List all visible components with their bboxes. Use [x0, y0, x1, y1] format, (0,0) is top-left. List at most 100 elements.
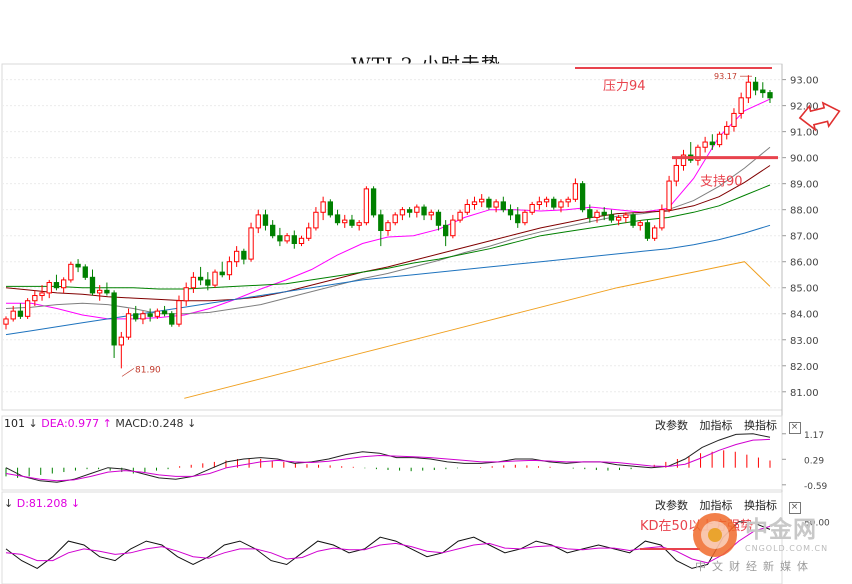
y-tick-label: 86.00	[790, 258, 819, 269]
candle-body	[666, 180, 672, 211]
candle-body	[442, 224, 449, 237]
switch-indicator-button[interactable]: 换指标	[744, 419, 777, 432]
dea-value: DEA:0.977	[41, 417, 100, 430]
candle-body	[169, 313, 175, 325]
candle-body	[673, 164, 679, 182]
candle-body	[356, 222, 362, 226]
y-tick-label: 84.00	[790, 310, 819, 321]
arrow-down-icon: ↓	[70, 497, 81, 510]
candle-body	[738, 97, 744, 114]
candle-body	[608, 214, 615, 221]
candle-body	[558, 201, 564, 208]
macd-controls: 改参数 加指标 换指标 ×	[655, 417, 801, 434]
candle-body	[378, 214, 384, 231]
macd-y-tick-label: -0.59	[804, 482, 828, 492]
candle-body	[125, 313, 132, 338]
candle-body	[760, 89, 766, 94]
candle-body	[111, 292, 117, 346]
macd-dea-line	[5, 438, 771, 482]
candle-body	[197, 276, 204, 281]
close-icon[interactable]: ×	[788, 422, 801, 434]
candle-body	[630, 214, 636, 226]
candle-body	[572, 183, 579, 200]
candle-body	[133, 313, 139, 320]
candle-body	[522, 211, 528, 224]
candle-body	[637, 222, 643, 226]
candle-body	[428, 211, 434, 216]
candle-body	[284, 235, 290, 242]
arrow-up-icon: ↑	[102, 417, 112, 430]
candle-body	[414, 206, 420, 213]
candle-body	[147, 313, 153, 317]
candle-body	[551, 198, 557, 208]
candle-body	[320, 201, 326, 213]
candle-body	[97, 289, 103, 294]
candle-body	[10, 310, 16, 320]
candle-body	[89, 276, 96, 294]
candle-body	[457, 211, 463, 221]
candle-body	[190, 276, 197, 289]
candle-body	[659, 209, 665, 229]
candle-body	[709, 141, 716, 146]
candle-body	[543, 198, 550, 203]
candle-body	[205, 279, 211, 286]
candle-body	[334, 214, 341, 224]
candle-body	[176, 300, 182, 325]
candle-body	[536, 201, 543, 205]
candle-body	[161, 310, 168, 315]
add-indicator-button[interactable]: 加指标	[700, 419, 733, 432]
candle-body	[486, 198, 492, 208]
candle-body	[579, 183, 586, 211]
candle-body	[298, 237, 305, 245]
candle-body	[24, 300, 31, 317]
edit-params-button[interactable]: 改参数	[655, 499, 688, 512]
macd-value: MACD:0.248	[115, 417, 184, 430]
candle-body	[644, 222, 651, 239]
candle-body	[104, 289, 110, 294]
candle-body	[262, 214, 269, 226]
candle-body	[724, 125, 730, 135]
support-label: 支持90	[700, 175, 743, 190]
candle-body	[60, 279, 67, 289]
candle-body	[392, 214, 398, 224]
candle-body	[507, 209, 514, 216]
candle-body	[731, 112, 737, 127]
candle-body	[183, 287, 189, 302]
macd-prefix: 101	[4, 417, 25, 430]
candle-body	[349, 219, 355, 226]
candle-body	[53, 282, 60, 289]
candle-body	[118, 336, 124, 346]
candle-body	[46, 282, 52, 294]
y-tick-label: 88.00	[790, 206, 819, 217]
resistance-label: 压力94	[603, 79, 646, 94]
y-tick-label: 83.00	[790, 336, 819, 347]
candle-body	[399, 209, 406, 216]
arrow-down-icon: ↓	[187, 417, 197, 430]
candle-body	[652, 227, 658, 239]
candle-body	[745, 81, 752, 99]
candle-body	[623, 214, 629, 218]
candle-body	[435, 211, 442, 226]
candle-body	[615, 216, 622, 221]
y-tick-label: 93.00	[790, 76, 819, 87]
candle-body	[450, 219, 456, 237]
candle-body	[385, 222, 391, 231]
candle-body	[255, 214, 261, 229]
candle-body	[421, 206, 427, 216]
footer-text: 中文财经新媒体	[695, 560, 814, 573]
candle-body	[702, 141, 708, 148]
candle-body	[82, 266, 88, 278]
arrow-down-icon: ↓	[28, 417, 38, 430]
candle-body	[406, 209, 413, 213]
candle-body	[327, 201, 334, 216]
candle-body	[68, 263, 74, 281]
candle-body	[500, 201, 506, 211]
candle-body	[39, 292, 45, 297]
macd-y-tick-label: 1.17	[804, 431, 824, 441]
y-tick-label: 89.00	[790, 180, 819, 191]
macd-toolbar: 101 ↓ DEA:0.977 ↑ MACD:0.248 ↓	[4, 417, 196, 430]
y-tick-label: 90.00	[790, 154, 819, 165]
y-tick-label: 82.00	[790, 362, 819, 373]
candle-body	[3, 318, 9, 325]
edit-params-button[interactable]: 改参数	[655, 419, 688, 432]
